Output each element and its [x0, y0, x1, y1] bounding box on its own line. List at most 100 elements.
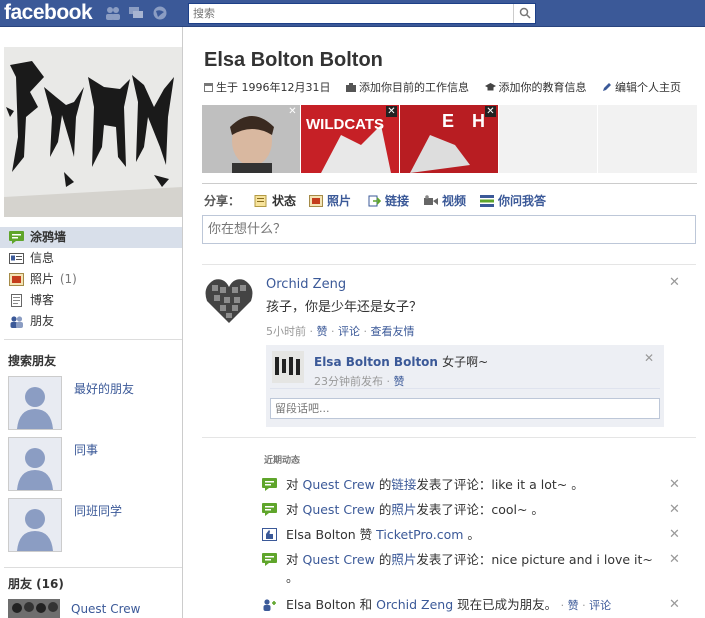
info-icon: [9, 253, 24, 264]
comment-author-avatar[interactable]: [272, 351, 304, 383]
activity-actor-link[interactable]: Quest Crew: [302, 502, 374, 517]
activity-actor-link[interactable]: Quest Crew: [302, 477, 374, 492]
hide-story-icon[interactable]: ✕: [669, 275, 680, 290]
activity-actor-link[interactable]: Quest Crew: [302, 552, 374, 567]
nav-item-photos[interactable]: 照片 (1): [0, 269, 182, 290]
friend-thumbnail[interactable]: [8, 599, 60, 618]
new-friends-icon: [263, 599, 276, 611]
photo-thumbnail[interactable]: ✕: [202, 105, 300, 173]
photos-icon: [9, 273, 24, 286]
profile-info-row: 生于 1996年12月31日 添加你目前的工作信息 添加你的教育信息 编辑个人主…: [204, 79, 693, 95]
status-icon: [254, 195, 267, 207]
status-composer: [202, 215, 696, 244]
remove-photo-icon[interactable]: ✕: [485, 106, 496, 117]
activity-actor-link[interactable]: Orchid Zeng: [376, 597, 453, 612]
activity-text: Elsa Bolton 和: [286, 597, 377, 612]
facebook-logo[interactable]: facebook: [4, 1, 93, 25]
friend-suggestion-label[interactable]: 同班同学: [74, 502, 122, 519]
photo-thumbnail[interactable]: EH ✕: [400, 105, 498, 173]
default-avatar-icon: [8, 376, 62, 430]
status-input[interactable]: [203, 216, 695, 243]
like-link[interactable]: 赞: [317, 325, 328, 338]
share-link-label: 链接: [385, 194, 410, 208]
share-photo-tab[interactable]: 照片: [309, 192, 351, 209]
add-education-text[interactable]: 添加你的教育信息: [499, 81, 587, 94]
share-question-tab[interactable]: 你问我答: [480, 192, 546, 209]
nav-item-label: 涂鸦墙: [30, 230, 67, 244]
photo-thumbnail[interactable]: WILDCATS ✕: [301, 105, 399, 173]
comment-like-link[interactable]: 赞: [394, 375, 405, 388]
add-work-link[interactable]: 添加你目前的工作信息: [346, 81, 475, 94]
comment-input[interactable]: [271, 399, 659, 418]
friend-suggestion-coworkers[interactable]: 同事: [8, 437, 183, 493]
hide-activity-icon[interactable]: ✕: [669, 501, 680, 519]
top-navigation-bar: facebook: [0, 0, 705, 27]
nav-item-wall[interactable]: 涂鸦墙: [0, 227, 182, 248]
share-link-tab[interactable]: 链接: [367, 192, 409, 209]
search-input[interactable]: [189, 4, 509, 23]
share-status-tab[interactable]: 状态: [254, 192, 296, 209]
comment-time: 23分钟前发布: [314, 375, 383, 388]
hide-activity-icon[interactable]: ✕: [669, 476, 680, 494]
briefcase-icon: [346, 83, 356, 92]
friend-suggestion-label[interactable]: 最好的朋友: [74, 380, 134, 397]
divider: [202, 437, 696, 438]
link-icon: [368, 195, 381, 207]
edit-profile-link[interactable]: 编辑个人主页: [602, 81, 687, 94]
hide-activity-icon[interactable]: ✕: [669, 526, 680, 544]
friend-suggestion-best[interactable]: 最好的朋友: [8, 376, 183, 432]
story-author-avatar[interactable]: [204, 275, 254, 325]
question-icon: [480, 195, 494, 207]
nav-item-info[interactable]: 信息: [0, 248, 182, 269]
nav-item-notes[interactable]: 博客: [0, 290, 182, 311]
photo-placeholder: [499, 105, 597, 173]
activity-text: 的: [374, 502, 392, 517]
remove-photo-icon[interactable]: ✕: [386, 106, 397, 117]
delete-comment-icon[interactable]: ✕: [644, 351, 654, 365]
friend-suggestion-classmates[interactable]: 同班同学: [8, 498, 183, 554]
recent-activity-heading: 近期动态: [264, 456, 301, 466]
activity-text: 现在已成为朋友。: [453, 597, 558, 612]
view-friendship-link[interactable]: 查看友情: [371, 325, 415, 338]
comment-link[interactable]: 评论: [338, 325, 360, 338]
friends-icon: [10, 316, 23, 328]
edit-profile-text[interactable]: 编辑个人主页: [615, 81, 681, 94]
add-education-link[interactable]: 添加你的教育信息: [484, 81, 593, 94]
story-author-name[interactable]: Orchid Zeng: [266, 277, 346, 292]
comment-icon: [262, 553, 277, 566]
activity-text: 。: [463, 527, 480, 542]
like-link[interactable]: 赞: [568, 599, 579, 612]
comment-author-name[interactable]: Elsa Bolton Bolton: [314, 355, 438, 369]
messages-icon[interactable]: [128, 6, 144, 20]
hide-activity-icon[interactable]: ✕: [669, 596, 680, 614]
activity-item: 对 Quest Crew 的照片发表了评论：nice picture and i…: [262, 551, 682, 589]
activity-item: 对 Quest Crew 的照片发表了评论：cool~ 。 ✕: [262, 501, 682, 521]
share-video-tab[interactable]: 视频: [424, 192, 466, 209]
friend-suggestion-label[interactable]: 同事: [74, 441, 98, 458]
story-time[interactable]: 5小时前: [266, 325, 306, 338]
activity-object-link[interactable]: 链接: [391, 477, 416, 492]
comment-item: Elsa Bolton Bolton 女子啊~ 23分钟前发布 · 赞 ✕: [270, 349, 660, 389]
friend-requests-icon[interactable]: [105, 6, 121, 20]
activity-object-link[interactable]: 照片: [391, 552, 416, 567]
share-video-label: 视频: [442, 194, 467, 208]
friends-heading[interactable]: 朋友 (16): [8, 575, 64, 592]
calendar-icon: [204, 83, 213, 92]
activity-item: 对 Quest Crew 的链接发表了评论：like it a lot~ 。 ✕: [262, 476, 682, 496]
comment-link[interactable]: 评论: [589, 599, 611, 612]
activity-item: Elsa Bolton 和 Orchid Zeng 现在已成为朋友。 · 赞 ·…: [262, 596, 682, 616]
profile-picture[interactable]: [4, 47, 182, 217]
activity-actor-link[interactable]: TicketPro.com: [376, 527, 463, 542]
notifications-icon[interactable]: [152, 6, 168, 20]
activity-object-link[interactable]: 照片: [391, 502, 416, 517]
friend-name-link[interactable]: Quest Crew: [71, 602, 140, 616]
comment-icon: [262, 503, 277, 516]
remove-photo-icon[interactable]: ✕: [287, 106, 298, 117]
wall-icon: [9, 231, 24, 244]
hide-activity-icon[interactable]: ✕: [669, 551, 680, 569]
nav-item-friends[interactable]: 朋友: [0, 311, 182, 332]
search-button[interactable]: [513, 4, 535, 23]
pencil-icon: [603, 83, 611, 91]
comment-icon: [262, 478, 277, 491]
add-work-text[interactable]: 添加你目前的工作信息: [359, 81, 469, 94]
